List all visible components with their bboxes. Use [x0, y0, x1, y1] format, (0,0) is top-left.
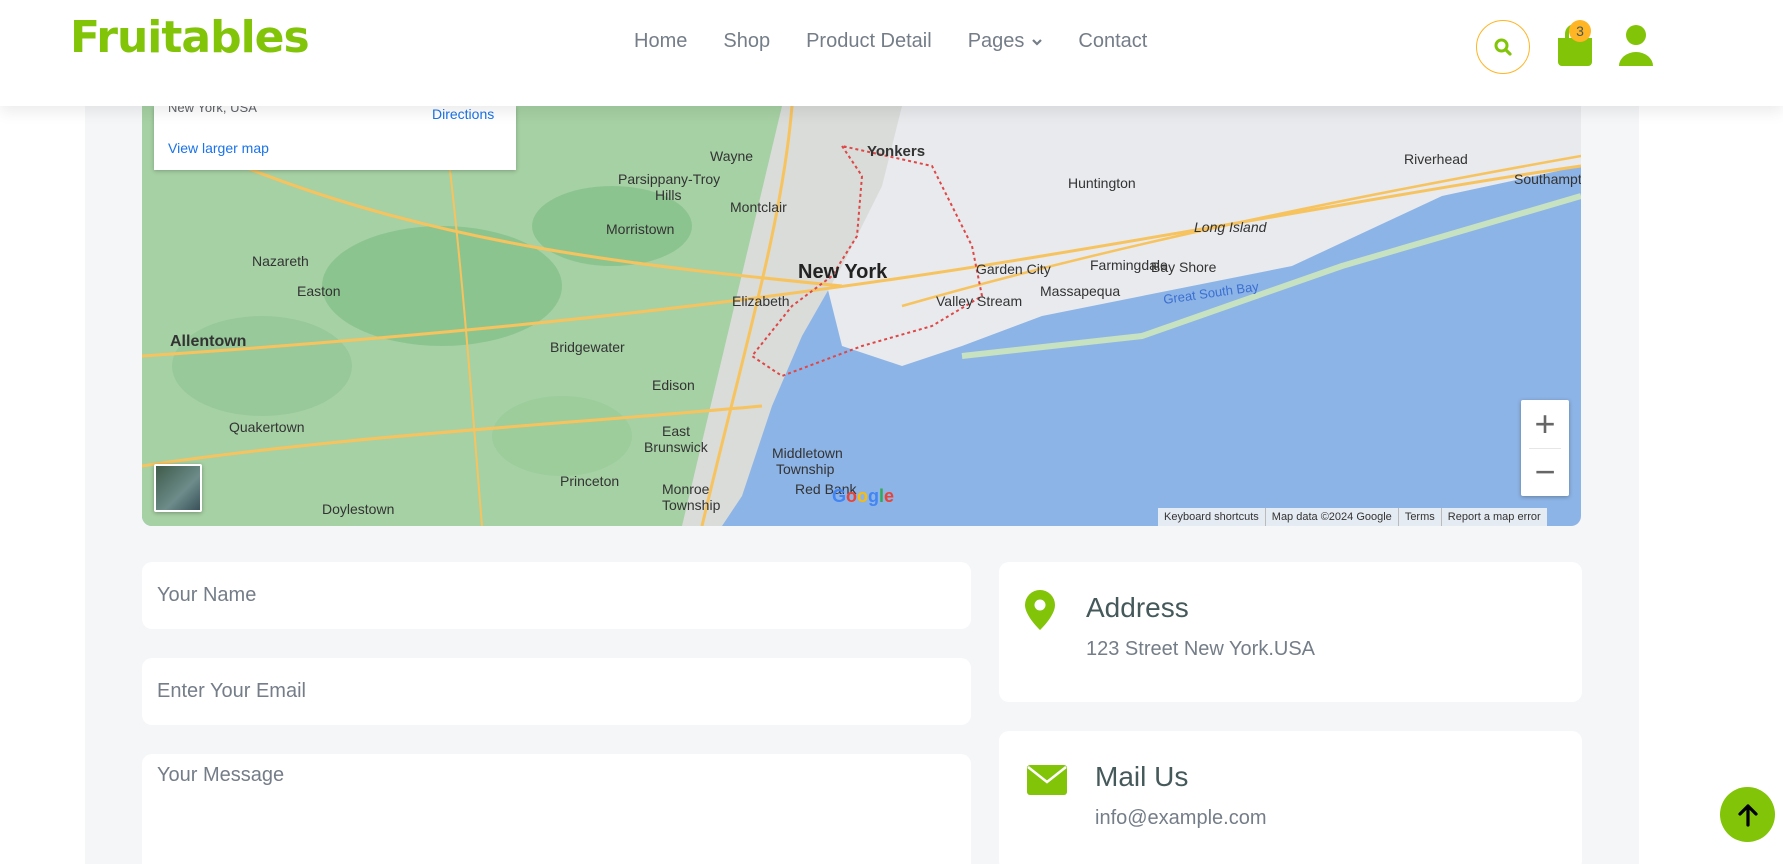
main-nav: Home Shop Product Detail Pages Contact: [634, 30, 1183, 53]
nav-shop[interactable]: Shop: [723, 30, 770, 53]
nav-icons: 3: [1476, 20, 1676, 74]
svg-text:Garden City: Garden City: [976, 261, 1051, 277]
map-place-address: New York, USA: [168, 106, 257, 115]
svg-text:Yonkers: Yonkers: [867, 143, 925, 160]
map-view-larger-link[interactable]: View larger map: [168, 140, 269, 156]
user-icon[interactable]: [1617, 24, 1655, 68]
map-data-label: Map data ©2024 Google: [1264, 508, 1398, 526]
address-card: Address 123 Street New York.USA: [999, 562, 1582, 702]
search-button[interactable]: [1476, 20, 1530, 74]
svg-text:Southampton: Southampton: [1514, 171, 1581, 187]
svg-text:Allentown: Allentown: [170, 333, 246, 350]
svg-text:Massapequa: Massapequa: [1040, 283, 1120, 299]
svg-text:Bay Shore: Bay Shore: [1151, 259, 1217, 275]
nav-pages[interactable]: Pages: [968, 30, 1043, 53]
svg-text:Valley Stream: Valley Stream: [936, 293, 1022, 309]
svg-text:East: East: [662, 423, 690, 439]
email-placeholder: Enter Your Email: [157, 680, 306, 702]
message-textarea[interactable]: Your Message: [142, 754, 971, 864]
svg-text:Riverhead: Riverhead: [1404, 151, 1468, 167]
svg-text:Quakertown: Quakertown: [229, 419, 304, 435]
google-logo: Google: [832, 486, 895, 506]
zoom-controls: + −: [1521, 400, 1569, 496]
map-attribution-bar: Keyboard shortcuts Map data ©2024 Google…: [1158, 508, 1547, 526]
svg-text:Easton: Easton: [297, 283, 341, 299]
mail-title: Mail Us: [1095, 761, 1189, 792]
nav-contact[interactable]: Contact: [1078, 30, 1147, 53]
svg-text:Hills: Hills: [655, 187, 681, 203]
email-input[interactable]: Enter Your Email: [142, 658, 971, 725]
svg-text:Monroe: Monroe: [662, 481, 710, 497]
mail-card: Mail Us info@example.com: [999, 731, 1582, 864]
svg-text:Parsippany-Troy: Parsippany-Troy: [618, 171, 720, 187]
message-placeholder: Your Message: [157, 764, 285, 786]
brand-logo[interactable]: Fruitables: [70, 12, 310, 63]
svg-text:Nazareth: Nazareth: [252, 253, 309, 269]
search-icon: [1494, 38, 1512, 56]
svg-text:Montclair: Montclair: [730, 199, 787, 215]
nav-pages-label: Pages: [967, 30, 1025, 52]
terms-link[interactable]: Terms: [1397, 508, 1441, 526]
svg-text:Princeton: Princeton: [560, 473, 619, 489]
map-marker-icon: [1025, 590, 1055, 630]
keyboard-shortcuts-link[interactable]: Keyboard shortcuts: [1158, 508, 1265, 526]
svg-text:Brunswick: Brunswick: [644, 439, 709, 455]
satellite-toggle-button[interactable]: [154, 464, 202, 512]
svg-text:Middletown: Middletown: [772, 445, 843, 461]
chevron-down-icon: [1032, 38, 1043, 46]
svg-text:Long Island: Long Island: [1194, 219, 1268, 235]
map-info-card: New York, USA Directions View larger map: [154, 106, 516, 170]
svg-text:Township: Township: [662, 497, 721, 513]
nav-product-detail[interactable]: Product Detail: [806, 30, 932, 53]
nav-home[interactable]: Home: [634, 30, 687, 53]
zoom-divider: [1529, 448, 1561, 449]
envelope-icon: [1027, 765, 1067, 795]
svg-text:New York: New York: [798, 261, 888, 283]
svg-text:Edison: Edison: [652, 377, 695, 393]
svg-text:Elizabeth: Elizabeth: [732, 293, 790, 309]
name-input[interactable]: Your Name: [142, 562, 971, 629]
zoom-in-button[interactable]: +: [1521, 400, 1569, 448]
address-title: Address: [1086, 592, 1189, 623]
svg-text:Morristown: Morristown: [606, 221, 674, 237]
svg-text:Township: Township: [776, 461, 835, 477]
navbar: Fruitables Home Shop Product Detail Page…: [0, 0, 1783, 106]
cart-count-badge: 3: [1569, 20, 1591, 42]
svg-text:Wayne: Wayne: [710, 148, 753, 164]
google-map[interactable]: Yonkers Wayne Parsippany-Troy Hills Hunt…: [142, 106, 1581, 526]
name-placeholder: Your Name: [157, 584, 257, 606]
mail-value: info@example.com: [1095, 807, 1267, 829]
svg-text:Bridgewater: Bridgewater: [550, 339, 625, 355]
report-map-error-link[interactable]: Report a map error: [1440, 508, 1547, 526]
address-value: 123 Street New York.USA: [1086, 638, 1316, 660]
map-directions-link[interactable]: Directions: [432, 106, 494, 122]
back-to-top-button[interactable]: [1720, 787, 1775, 842]
svg-text:Huntington: Huntington: [1068, 175, 1136, 191]
zoom-out-button[interactable]: −: [1521, 448, 1569, 496]
svg-text:Doylestown: Doylestown: [322, 501, 394, 517]
arrow-up-icon: [1737, 803, 1758, 827]
